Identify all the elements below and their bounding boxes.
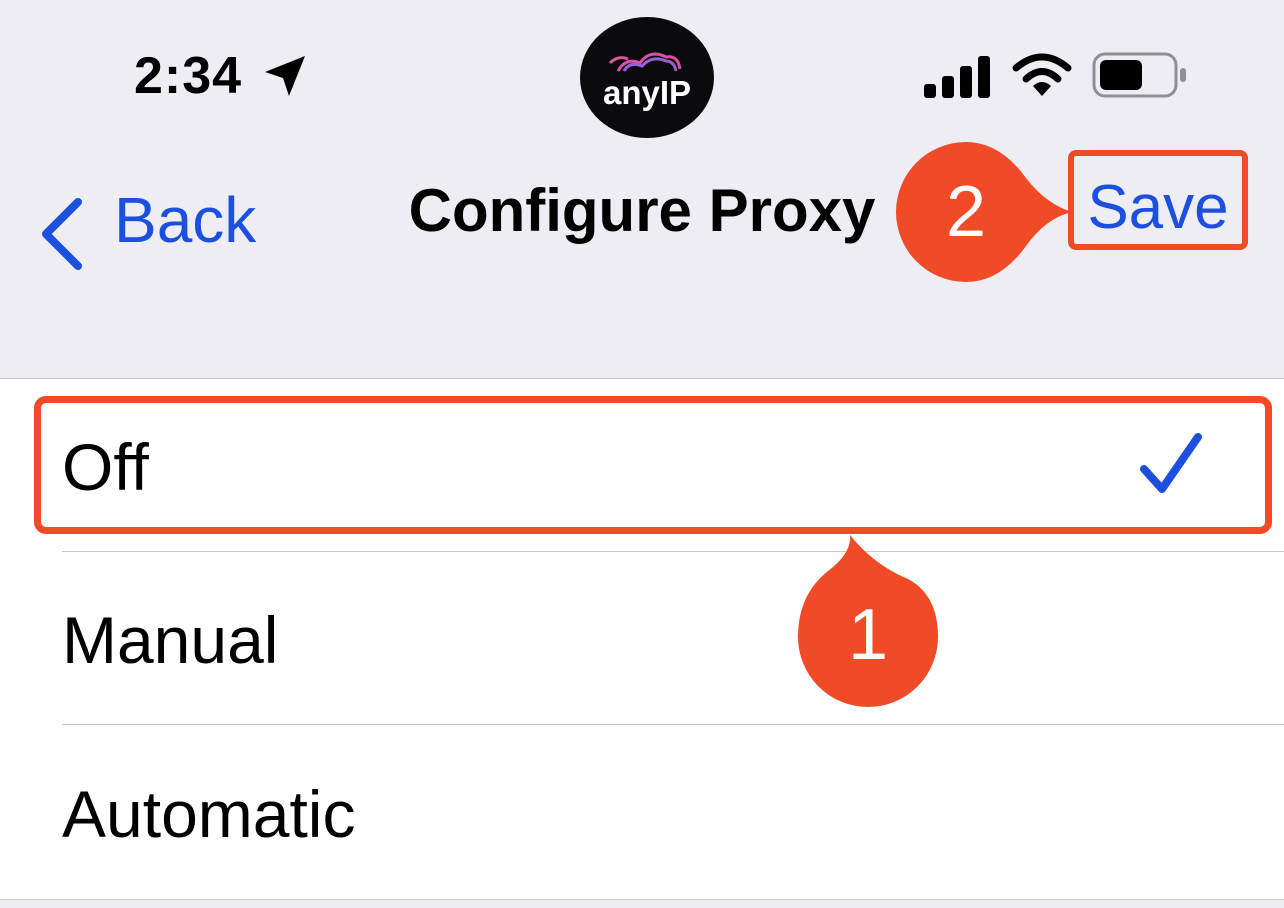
row-divider — [62, 724, 1284, 725]
battery-icon — [1092, 52, 1186, 98]
status-bar: 2:34 anyIP — [0, 0, 1284, 140]
option-label: Off — [62, 430, 149, 504]
checkmark-icon — [1140, 433, 1202, 493]
status-time: 2:34 — [134, 47, 243, 105]
navigation-bar: Back Configure Proxy Save — [0, 140, 1284, 280]
logo-text: anyIP — [602, 74, 692, 111]
chevron-left-icon — [42, 198, 82, 270]
save-button[interactable]: Save — [1068, 150, 1248, 250]
option-label: Automatic — [62, 777, 356, 851]
location-arrow-icon — [265, 56, 305, 96]
proxy-options-list: Off Manual Automatic — [0, 378, 1284, 900]
option-automatic[interactable]: Automatic — [0, 726, 1284, 899]
cellular-signal-icon — [924, 56, 990, 98]
step-1-number: 1 — [847, 595, 889, 675]
option-manual[interactable]: Manual — [0, 552, 1284, 725]
option-label: Manual — [62, 603, 279, 677]
save-label: Save — [1087, 173, 1229, 242]
back-label: Back — [114, 184, 257, 256]
step-1-callout: 1 — [798, 535, 938, 707]
wifi-icon — [1012, 53, 1072, 96]
bottom-background — [0, 900, 1284, 908]
step-2-number: 2 — [945, 172, 987, 252]
anyip-logo: anyIP — [580, 17, 714, 138]
option-off[interactable]: Off — [0, 379, 1284, 552]
page-title: Configure Proxy — [408, 177, 876, 244]
step-2-callout: 2 — [896, 142, 1072, 282]
